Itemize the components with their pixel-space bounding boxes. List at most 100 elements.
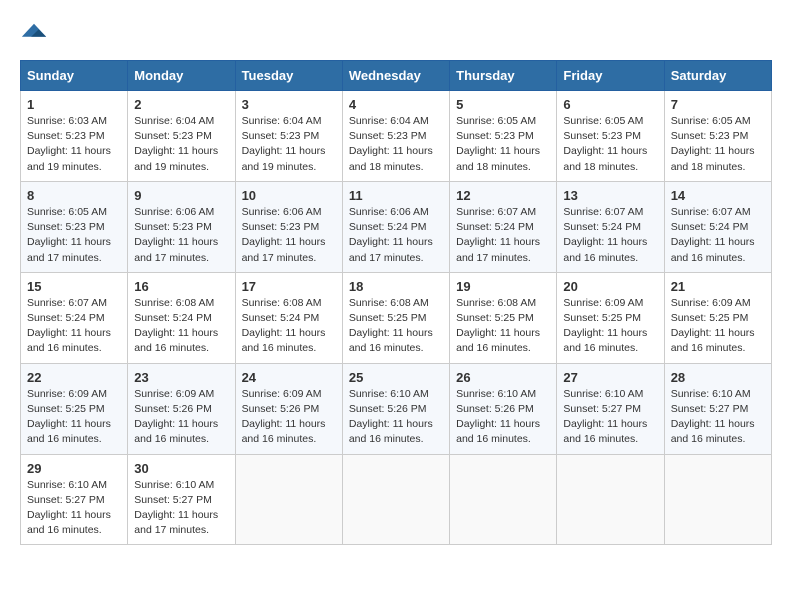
day-info: Sunrise: 6:07 AM Sunset: 5:24 PM Dayligh… (27, 296, 121, 357)
day-number: 29 (27, 461, 121, 476)
day-number: 25 (349, 370, 443, 385)
day-number: 26 (456, 370, 550, 385)
calendar-cell: 7 Sunrise: 6:05 AM Sunset: 5:23 PM Dayli… (664, 91, 771, 182)
day-number: 1 (27, 97, 121, 112)
day-number: 11 (349, 188, 443, 203)
calendar-cell (664, 454, 771, 545)
day-info: Sunrise: 6:07 AM Sunset: 5:24 PM Dayligh… (456, 205, 550, 266)
day-number: 15 (27, 279, 121, 294)
calendar-cell: 21 Sunrise: 6:09 AM Sunset: 5:25 PM Dayl… (664, 272, 771, 363)
calendar-cell (235, 454, 342, 545)
day-number: 17 (242, 279, 336, 294)
day-number: 18 (349, 279, 443, 294)
calendar-cell: 15 Sunrise: 6:07 AM Sunset: 5:24 PM Dayl… (21, 272, 128, 363)
weekday-header-saturday: Saturday (664, 61, 771, 91)
day-number: 8 (27, 188, 121, 203)
day-info: Sunrise: 6:06 AM Sunset: 5:23 PM Dayligh… (134, 205, 228, 266)
day-number: 24 (242, 370, 336, 385)
day-info: Sunrise: 6:07 AM Sunset: 5:24 PM Dayligh… (563, 205, 657, 266)
day-info: Sunrise: 6:05 AM Sunset: 5:23 PM Dayligh… (671, 114, 765, 175)
day-info: Sunrise: 6:10 AM Sunset: 5:27 PM Dayligh… (671, 387, 765, 448)
calendar-cell: 25 Sunrise: 6:10 AM Sunset: 5:26 PM Dayl… (342, 363, 449, 454)
weekday-header-monday: Monday (128, 61, 235, 91)
day-info: Sunrise: 6:08 AM Sunset: 5:24 PM Dayligh… (134, 296, 228, 357)
day-number: 27 (563, 370, 657, 385)
day-info: Sunrise: 6:09 AM Sunset: 5:25 PM Dayligh… (671, 296, 765, 357)
day-info: Sunrise: 6:06 AM Sunset: 5:23 PM Dayligh… (242, 205, 336, 266)
day-number: 10 (242, 188, 336, 203)
calendar-cell: 6 Sunrise: 6:05 AM Sunset: 5:23 PM Dayli… (557, 91, 664, 182)
weekday-header-wednesday: Wednesday (342, 61, 449, 91)
day-number: 13 (563, 188, 657, 203)
logo (20, 20, 52, 48)
calendar-cell: 13 Sunrise: 6:07 AM Sunset: 5:24 PM Dayl… (557, 181, 664, 272)
day-info: Sunrise: 6:08 AM Sunset: 5:25 PM Dayligh… (349, 296, 443, 357)
day-info: Sunrise: 6:05 AM Sunset: 5:23 PM Dayligh… (563, 114, 657, 175)
calendar-cell: 17 Sunrise: 6:08 AM Sunset: 5:24 PM Dayl… (235, 272, 342, 363)
day-number: 5 (456, 97, 550, 112)
calendar-cell: 20 Sunrise: 6:09 AM Sunset: 5:25 PM Dayl… (557, 272, 664, 363)
weekday-header-tuesday: Tuesday (235, 61, 342, 91)
calendar-cell: 1 Sunrise: 6:03 AM Sunset: 5:23 PM Dayli… (21, 91, 128, 182)
day-number: 20 (563, 279, 657, 294)
weekday-header-thursday: Thursday (450, 61, 557, 91)
day-number: 6 (563, 97, 657, 112)
calendar-cell: 18 Sunrise: 6:08 AM Sunset: 5:25 PM Dayl… (342, 272, 449, 363)
day-number: 21 (671, 279, 765, 294)
weekday-header-friday: Friday (557, 61, 664, 91)
calendar-cell: 2 Sunrise: 6:04 AM Sunset: 5:23 PM Dayli… (128, 91, 235, 182)
page-header (20, 20, 772, 48)
weekday-header-row: SundayMondayTuesdayWednesdayThursdayFrid… (21, 61, 772, 91)
day-number: 22 (27, 370, 121, 385)
day-info: Sunrise: 6:04 AM Sunset: 5:23 PM Dayligh… (242, 114, 336, 175)
calendar-cell: 26 Sunrise: 6:10 AM Sunset: 5:26 PM Dayl… (450, 363, 557, 454)
day-info: Sunrise: 6:07 AM Sunset: 5:24 PM Dayligh… (671, 205, 765, 266)
day-number: 28 (671, 370, 765, 385)
day-info: Sunrise: 6:05 AM Sunset: 5:23 PM Dayligh… (27, 205, 121, 266)
calendar-cell: 16 Sunrise: 6:08 AM Sunset: 5:24 PM Dayl… (128, 272, 235, 363)
calendar-cell: 14 Sunrise: 6:07 AM Sunset: 5:24 PM Dayl… (664, 181, 771, 272)
day-info: Sunrise: 6:09 AM Sunset: 5:26 PM Dayligh… (134, 387, 228, 448)
calendar-cell: 8 Sunrise: 6:05 AM Sunset: 5:23 PM Dayli… (21, 181, 128, 272)
day-info: Sunrise: 6:09 AM Sunset: 5:26 PM Dayligh… (242, 387, 336, 448)
day-info: Sunrise: 6:10 AM Sunset: 5:26 PM Dayligh… (456, 387, 550, 448)
calendar-cell: 23 Sunrise: 6:09 AM Sunset: 5:26 PM Dayl… (128, 363, 235, 454)
calendar-cell (450, 454, 557, 545)
day-number: 30 (134, 461, 228, 476)
day-info: Sunrise: 6:09 AM Sunset: 5:25 PM Dayligh… (563, 296, 657, 357)
calendar-cell: 3 Sunrise: 6:04 AM Sunset: 5:23 PM Dayli… (235, 91, 342, 182)
day-info: Sunrise: 6:09 AM Sunset: 5:25 PM Dayligh… (27, 387, 121, 448)
day-info: Sunrise: 6:04 AM Sunset: 5:23 PM Dayligh… (134, 114, 228, 175)
calendar-cell: 22 Sunrise: 6:09 AM Sunset: 5:25 PM Dayl… (21, 363, 128, 454)
day-info: Sunrise: 6:06 AM Sunset: 5:24 PM Dayligh… (349, 205, 443, 266)
calendar-cell: 19 Sunrise: 6:08 AM Sunset: 5:25 PM Dayl… (450, 272, 557, 363)
calendar-week-row: 1 Sunrise: 6:03 AM Sunset: 5:23 PM Dayli… (21, 91, 772, 182)
logo-icon (20, 20, 48, 48)
day-info: Sunrise: 6:05 AM Sunset: 5:23 PM Dayligh… (456, 114, 550, 175)
calendar-cell (557, 454, 664, 545)
day-number: 7 (671, 97, 765, 112)
calendar-cell (342, 454, 449, 545)
day-info: Sunrise: 6:10 AM Sunset: 5:27 PM Dayligh… (134, 478, 228, 539)
day-number: 14 (671, 188, 765, 203)
day-info: Sunrise: 6:10 AM Sunset: 5:27 PM Dayligh… (27, 478, 121, 539)
day-info: Sunrise: 6:03 AM Sunset: 5:23 PM Dayligh… (27, 114, 121, 175)
day-number: 2 (134, 97, 228, 112)
day-info: Sunrise: 6:08 AM Sunset: 5:24 PM Dayligh… (242, 296, 336, 357)
day-number: 4 (349, 97, 443, 112)
calendar-cell: 4 Sunrise: 6:04 AM Sunset: 5:23 PM Dayli… (342, 91, 449, 182)
day-info: Sunrise: 6:10 AM Sunset: 5:27 PM Dayligh… (563, 387, 657, 448)
calendar-week-row: 8 Sunrise: 6:05 AM Sunset: 5:23 PM Dayli… (21, 181, 772, 272)
day-number: 3 (242, 97, 336, 112)
calendar-table: SundayMondayTuesdayWednesdayThursdayFrid… (20, 60, 772, 545)
calendar-cell: 12 Sunrise: 6:07 AM Sunset: 5:24 PM Dayl… (450, 181, 557, 272)
day-info: Sunrise: 6:04 AM Sunset: 5:23 PM Dayligh… (349, 114, 443, 175)
calendar-cell: 11 Sunrise: 6:06 AM Sunset: 5:24 PM Dayl… (342, 181, 449, 272)
calendar-cell: 9 Sunrise: 6:06 AM Sunset: 5:23 PM Dayli… (128, 181, 235, 272)
calendar-cell: 30 Sunrise: 6:10 AM Sunset: 5:27 PM Dayl… (128, 454, 235, 545)
day-number: 9 (134, 188, 228, 203)
calendar-cell: 10 Sunrise: 6:06 AM Sunset: 5:23 PM Dayl… (235, 181, 342, 272)
calendar-cell: 5 Sunrise: 6:05 AM Sunset: 5:23 PM Dayli… (450, 91, 557, 182)
calendar-week-row: 22 Sunrise: 6:09 AM Sunset: 5:25 PM Dayl… (21, 363, 772, 454)
calendar-cell: 28 Sunrise: 6:10 AM Sunset: 5:27 PM Dayl… (664, 363, 771, 454)
